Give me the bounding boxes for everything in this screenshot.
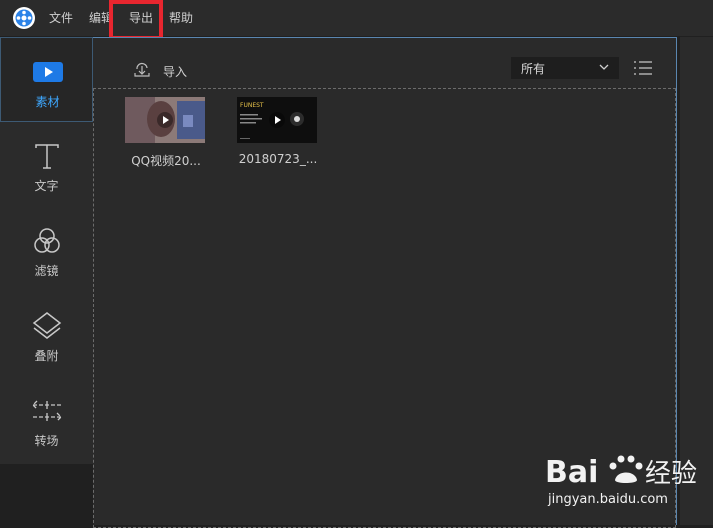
list-view-icon[interactable] — [633, 60, 653, 76]
sidebar-item-label: 转场 — [34, 434, 59, 448]
sidebar-item-label: 文字 — [34, 179, 59, 193]
thumbnail-title-text: FUNEST — [240, 102, 264, 109]
sidebar-bottom-area — [0, 464, 93, 525]
sidebar-item-label: 叠附 — [34, 349, 59, 363]
menu-file[interactable]: 文件 — [49, 0, 73, 36]
svg-text:经验: 经验 — [645, 459, 697, 489]
play-icon[interactable] — [269, 112, 285, 128]
chevron-down-icon — [599, 64, 609, 70]
import-label: 导入 — [163, 65, 188, 79]
sidebar-item-media[interactable]: 素材 — [0, 37, 93, 122]
sidebar-item-text[interactable]: 文字 — [0, 122, 93, 207]
filter-dropdown[interactable]: 所有 — [511, 57, 619, 79]
sidebar-item-overlay[interactable]: 叠附 — [0, 292, 93, 377]
media-icon — [33, 62, 63, 82]
watermark-url: jingyan.baidu.com — [548, 492, 668, 507]
sidebar-item-transition[interactable]: 转场 — [0, 377, 93, 462]
menu-help[interactable]: 帮助 — [169, 0, 193, 36]
import-icon — [134, 62, 150, 77]
play-icon[interactable] — [157, 112, 173, 128]
transition-icon — [32, 400, 62, 422]
export-highlight-box — [109, 0, 163, 40]
baidu-jingyan-watermark: Bai 经验 — [545, 455, 697, 490]
menu-bar: 文件 编辑 导出 帮助 — [0, 0, 713, 40]
sidebar-item-filter[interactable]: 滤镜 — [0, 207, 93, 292]
filter-value: 所有 — [521, 62, 546, 76]
sidebar-item-label: 素材 — [35, 95, 60, 109]
text-icon — [35, 144, 59, 169]
app-logo-icon[interactable] — [12, 6, 36, 30]
media-item-name: QQ视频20... — [131, 154, 201, 168]
media-item-name: 20180723_... — [238, 152, 318, 166]
sidebar-item-label: 滤镜 — [34, 264, 59, 278]
filter-icon — [34, 228, 60, 253]
overlay-icon — [32, 312, 62, 339]
svg-text:Bai: Bai — [545, 455, 598, 490]
left-sidebar: 素材 文字 滤镜 叠附 转场 — [0, 37, 93, 464]
